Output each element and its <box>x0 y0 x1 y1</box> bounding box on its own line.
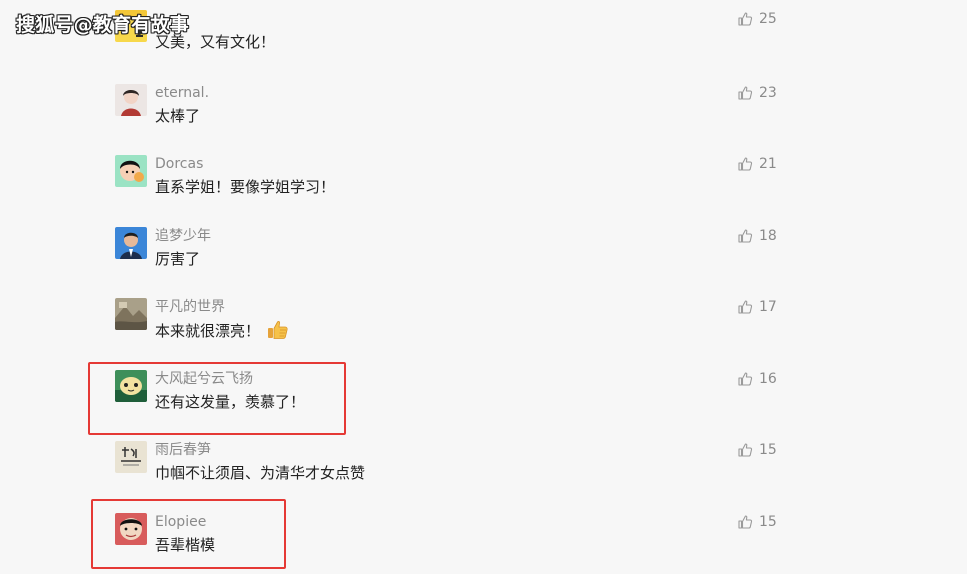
comment-text: 吾辈楷模 <box>155 536 216 554</box>
comment-username[interactable]: Elopiee <box>155 513 206 531</box>
comment-item: 追梦少年 厉害了 18 <box>115 227 785 277</box>
comment-item: 大风起兮云飞扬 还有这发量，羡慕了！ 16 <box>115 370 785 420</box>
thumbs-up-icon <box>738 12 753 26</box>
comment-text-body: 本来就很漂亮！ <box>155 322 261 340</box>
comment-item: 雨后春笋 巾帼不让须眉、为清华才女点赞 15 <box>115 441 785 491</box>
thumbs-up-icon <box>738 86 753 100</box>
comment-username[interactable]: 雨后春笋 <box>155 441 211 459</box>
comment-item: Dorcas 直系学姐！要像学姐学习！ 21 <box>115 155 785 205</box>
comment-item: Elopiee 吾辈楷模 15 <box>115 513 785 563</box>
like-button[interactable]: 18 <box>737 227 777 245</box>
like-count: 21 <box>759 156 777 172</box>
thumbs-up-icon <box>738 372 753 386</box>
comment-item: 又美，又有文化！ 25 <box>115 10 785 60</box>
cartoon-boy-avatar-icon[interactable] <box>115 513 147 545</box>
like-count: 18 <box>759 228 777 244</box>
man-portrait-avatar-icon[interactable] <box>115 227 147 259</box>
like-count: 16 <box>759 371 777 387</box>
thumbs-up-icon <box>738 229 753 243</box>
thumbs-up-icon <box>738 515 753 529</box>
like-button[interactable]: 17 <box>737 298 777 316</box>
cartoon-girl-avatar-icon[interactable] <box>115 155 147 187</box>
thumbs-up-emoji-icon <box>267 321 288 339</box>
comment-username[interactable]: 追梦少年 <box>155 227 211 245</box>
comment-text: 厉害了 <box>155 250 201 268</box>
comment-list: 又美，又有文化！ 25 eternal. 太棒了 23 Dorcas 直系学姐！… <box>0 0 967 574</box>
like-button[interactable]: 15 <box>737 513 777 531</box>
watermark: 搜狐号@教育有故事 <box>16 14 189 36</box>
like-count: 15 <box>759 442 777 458</box>
like-button[interactable]: 23 <box>737 84 777 102</box>
comment-username[interactable]: 平凡的世界 <box>155 298 225 316</box>
comment-username[interactable]: Dorcas <box>155 155 203 173</box>
comment-text: 太棒了 <box>155 107 201 125</box>
woman-portrait-avatar-icon[interactable] <box>115 84 147 116</box>
comment-text: 巾帼不让须眉、为清华才女点赞 <box>155 464 366 482</box>
cartoon-animal-avatar-icon[interactable] <box>115 370 147 402</box>
like-button[interactable]: 21 <box>737 155 777 173</box>
comment-item: 平凡的世界 本来就很漂亮！ 17 <box>115 298 785 348</box>
thumbs-up-icon <box>738 443 753 457</box>
comment-username[interactable]: 大风起兮云飞扬 <box>155 370 253 388</box>
calligraphy-avatar-icon[interactable] <box>115 441 147 473</box>
like-button[interactable]: 16 <box>737 370 777 388</box>
comment-text: 还有这发量，羡慕了！ <box>155 393 306 411</box>
thumbs-up-icon <box>738 300 753 314</box>
like-button[interactable]: 15 <box>737 441 777 459</box>
like-count: 23 <box>759 85 777 101</box>
comment-text: 直系学姐！要像学姐学习！ <box>155 178 336 196</box>
comment-item: eternal. 太棒了 23 <box>115 84 785 134</box>
like-count: 15 <box>759 514 777 530</box>
thumbs-up-icon <box>738 157 753 171</box>
comment-username[interactable]: eternal. <box>155 84 209 102</box>
like-count: 17 <box>759 299 777 315</box>
like-button[interactable]: 25 <box>737 10 777 28</box>
landscape-avatar-icon[interactable] <box>115 298 147 330</box>
comment-text: 本来就很漂亮！ <box>155 320 289 341</box>
like-count: 25 <box>759 11 777 27</box>
